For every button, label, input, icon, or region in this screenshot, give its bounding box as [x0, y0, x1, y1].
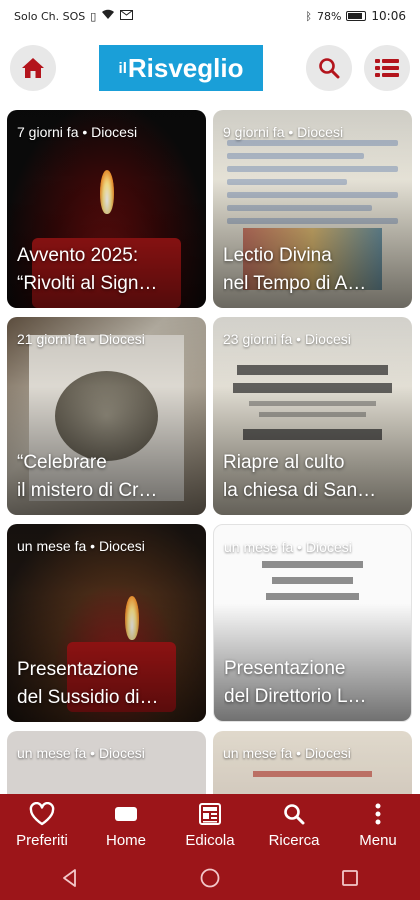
- article-meta: un mese fa • Diocesi: [224, 539, 352, 555]
- article-card[interactable]: un mese fa • Diocesi Presentazione del S…: [7, 524, 206, 722]
- heart-icon: [29, 801, 55, 825]
- article-title: Presentazione del Direttorio L…: [224, 658, 367, 707]
- nav-preferiti[interactable]: Preferiti: [0, 801, 84, 849]
- nav-label: Menu: [359, 831, 397, 849]
- logo-prefix: il: [118, 59, 127, 77]
- nav-edicola[interactable]: Edicola: [168, 802, 252, 849]
- search-button[interactable]: [306, 45, 352, 91]
- article-card[interactable]: un mese fa • Diocesi: [7, 731, 206, 794]
- home-icon: [22, 58, 44, 78]
- status-time: 10:06: [371, 9, 406, 23]
- article-title: Lectio Divina nel Tempo di A…: [223, 245, 367, 294]
- article-meta: 9 giorni fa • Diocesi: [223, 124, 344, 140]
- home-button[interactable]: [10, 45, 56, 91]
- home-card-icon: [115, 806, 137, 821]
- article-card[interactable]: 23 giorni fa • Diocesi Riapre al culto l…: [213, 317, 412, 515]
- app-header: il Risveglio: [0, 32, 420, 104]
- nav-ricerca[interactable]: Ricerca: [252, 802, 336, 849]
- nav-menu[interactable]: Menu: [336, 802, 420, 849]
- logo-name: Risveglio: [127, 52, 244, 83]
- article-grid: 7 giorni fa • Diocesi Avvento 2025: “Riv…: [0, 104, 420, 794]
- system-navigation-bar: [0, 856, 420, 900]
- status-bar: Solo Ch. SOS ▯ ᛒ 78% 10:06: [0, 0, 420, 32]
- message-icon: [120, 9, 134, 23]
- list-menu-button[interactable]: [364, 45, 410, 91]
- nav-label: Ricerca: [268, 831, 320, 849]
- sim-icon: ▯: [90, 9, 97, 23]
- article-title: Presentazione del Sussidio di…: [17, 659, 159, 708]
- article-meta: 21 giorni fa • Diocesi: [17, 331, 145, 347]
- home-circle-icon[interactable]: [199, 867, 221, 889]
- app-logo: il Risveglio: [99, 45, 263, 91]
- article-title: Avvento 2025: “Rivolti al Sign…: [17, 245, 158, 294]
- article-title: Riapre al culto la chiesa di San…: [223, 452, 377, 501]
- wifi-icon: [101, 9, 115, 23]
- bottom-navigation: Preferiti Home Edicola Ricerca Menu: [0, 794, 420, 856]
- back-triangle-icon[interactable]: [60, 868, 80, 888]
- article-meta: un mese fa • Diocesi: [17, 538, 145, 554]
- battery-percent: 78%: [316, 9, 342, 23]
- battery-icon: [346, 11, 367, 21]
- carrier-label: Solo Ch. SOS: [14, 9, 86, 23]
- article-card[interactable]: 7 giorni fa • Diocesi Avvento 2025: “Riv…: [7, 110, 206, 308]
- nav-home[interactable]: Home: [84, 802, 168, 849]
- newspaper-icon: [199, 802, 221, 825]
- article-meta: un mese fa • Diocesi: [17, 745, 145, 761]
- bluetooth-icon: ᛒ: [305, 9, 312, 23]
- search-icon: [319, 58, 340, 79]
- nav-label: Edicola: [185, 831, 235, 849]
- article-meta: 23 giorni fa • Diocesi: [223, 331, 351, 347]
- nav-label: Home: [105, 831, 146, 849]
- article-title: “Celebrare il mistero di Cr…: [17, 452, 158, 501]
- article-card[interactable]: un mese fa • Diocesi: [213, 731, 412, 794]
- search-icon: [284, 803, 305, 824]
- more-vertical-icon: [375, 803, 381, 824]
- article-meta: 7 giorni fa • Diocesi: [17, 124, 138, 140]
- nav-label: Preferiti: [16, 831, 68, 849]
- list-icon: [375, 59, 399, 77]
- article-card[interactable]: 21 giorni fa • Diocesi “Celebrare il mis…: [7, 317, 206, 515]
- article-card[interactable]: un mese fa • Diocesi Presentazione del D…: [213, 524, 412, 722]
- article-meta: un mese fa • Diocesi: [223, 745, 351, 761]
- article-card[interactable]: 9 giorni fa • Diocesi Lectio Divina nel …: [213, 110, 412, 308]
- recents-square-icon[interactable]: [340, 868, 360, 888]
